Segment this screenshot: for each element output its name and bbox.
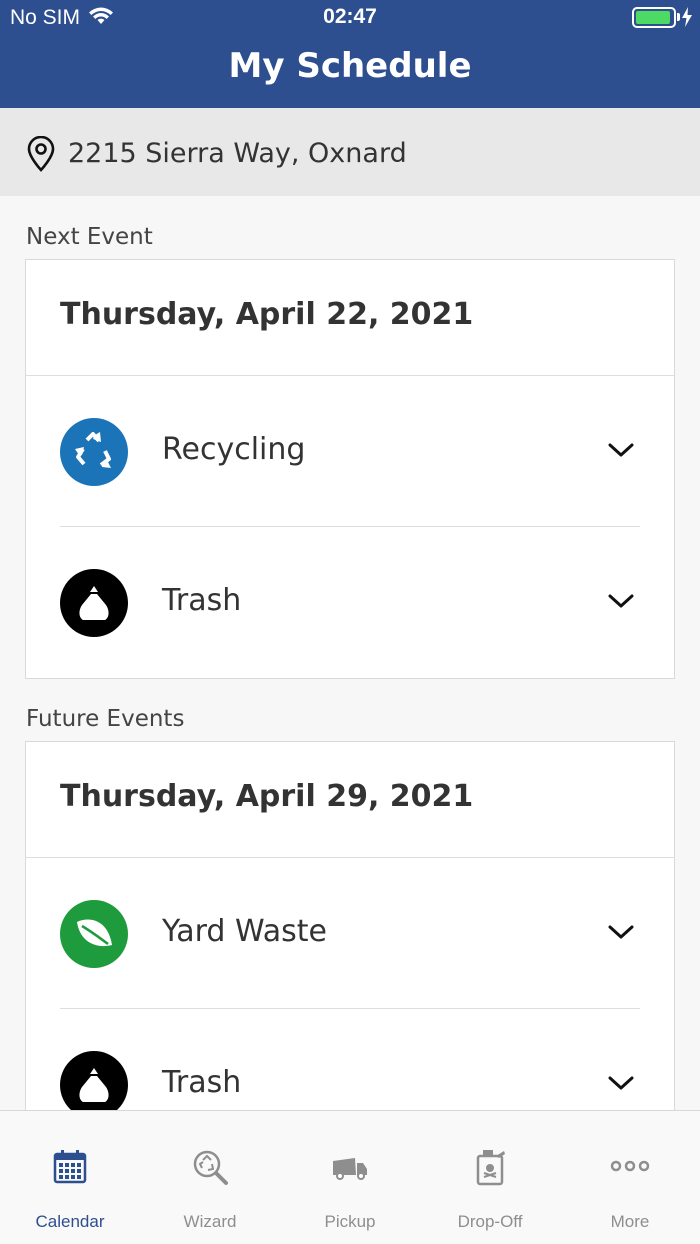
tab-label: More <box>610 1212 650 1231</box>
chevron-down-icon[interactable] <box>608 442 634 458</box>
event-date: Thursday, April 29, 2021 <box>26 742 674 858</box>
next-event-card: Thursday, April 22, 2021 Recycling Trash <box>25 259 675 679</box>
battery-icon <box>632 7 676 28</box>
event-row-trash[interactable]: Trash <box>26 527 674 678</box>
address-bar[interactable]: 2215 Sierra Way, Oxnard <box>0 108 700 196</box>
tab-pickup[interactable]: Pickup <box>280 1111 420 1244</box>
charging-bolt-icon <box>682 7 692 27</box>
status-bar: No SIM 02:47 <box>0 0 700 36</box>
future-events-label: Future Events <box>26 706 185 732</box>
event-label: Trash <box>162 1065 242 1100</box>
tab-label: Pickup <box>324 1212 376 1231</box>
tab-bar: Calendar Wizard Pickup Drop-Off More <box>0 1110 700 1244</box>
page-title: My Schedule <box>228 46 472 86</box>
truck-icon <box>333 1158 367 1180</box>
event-label: Recycling <box>162 432 306 467</box>
clock: 02:47 <box>323 5 377 28</box>
leaf-icon <box>60 900 128 968</box>
event-label: Yard Waste <box>162 914 327 949</box>
wizard-search-icon <box>193 1150 228 1185</box>
tab-more[interactable]: More <box>560 1111 700 1244</box>
tab-wizard[interactable]: Wizard <box>140 1111 280 1244</box>
tab-label: Drop-Off <box>457 1212 523 1231</box>
tab-calendar[interactable]: Calendar <box>0 1111 140 1244</box>
event-row-recycling[interactable]: Recycling <box>26 376 674 527</box>
tab-label: Calendar <box>35 1212 105 1231</box>
calendar-icon <box>53 1150 87 1184</box>
recycling-icon <box>60 418 128 486</box>
event-label: Trash <box>162 583 242 618</box>
chevron-down-icon[interactable] <box>608 1075 634 1091</box>
trash-bag-icon <box>60 569 128 637</box>
next-event-label: Next Event <box>26 224 153 250</box>
address-text: 2215 Sierra Way, Oxnard <box>68 138 407 169</box>
event-row-yard-waste[interactable]: Yard Waste <box>26 858 674 1009</box>
hazard-container-icon <box>476 1150 505 1186</box>
app-header: No SIM 02:47 My Schedule <box>0 0 700 108</box>
more-dots-icon <box>610 1160 650 1172</box>
location-pin-icon <box>27 136 55 172</box>
tab-drop-off[interactable]: Drop-Off <box>420 1111 560 1244</box>
trash-bag-icon <box>60 1051 128 1119</box>
future-event-card: Thursday, April 29, 2021 Yard Waste Tras… <box>25 741 675 1161</box>
tab-label: Wizard <box>183 1212 237 1231</box>
chevron-down-icon[interactable] <box>608 924 634 940</box>
chevron-down-icon[interactable] <box>608 593 634 609</box>
event-date: Thursday, April 22, 2021 <box>26 260 674 376</box>
battery-nub <box>677 13 680 21</box>
